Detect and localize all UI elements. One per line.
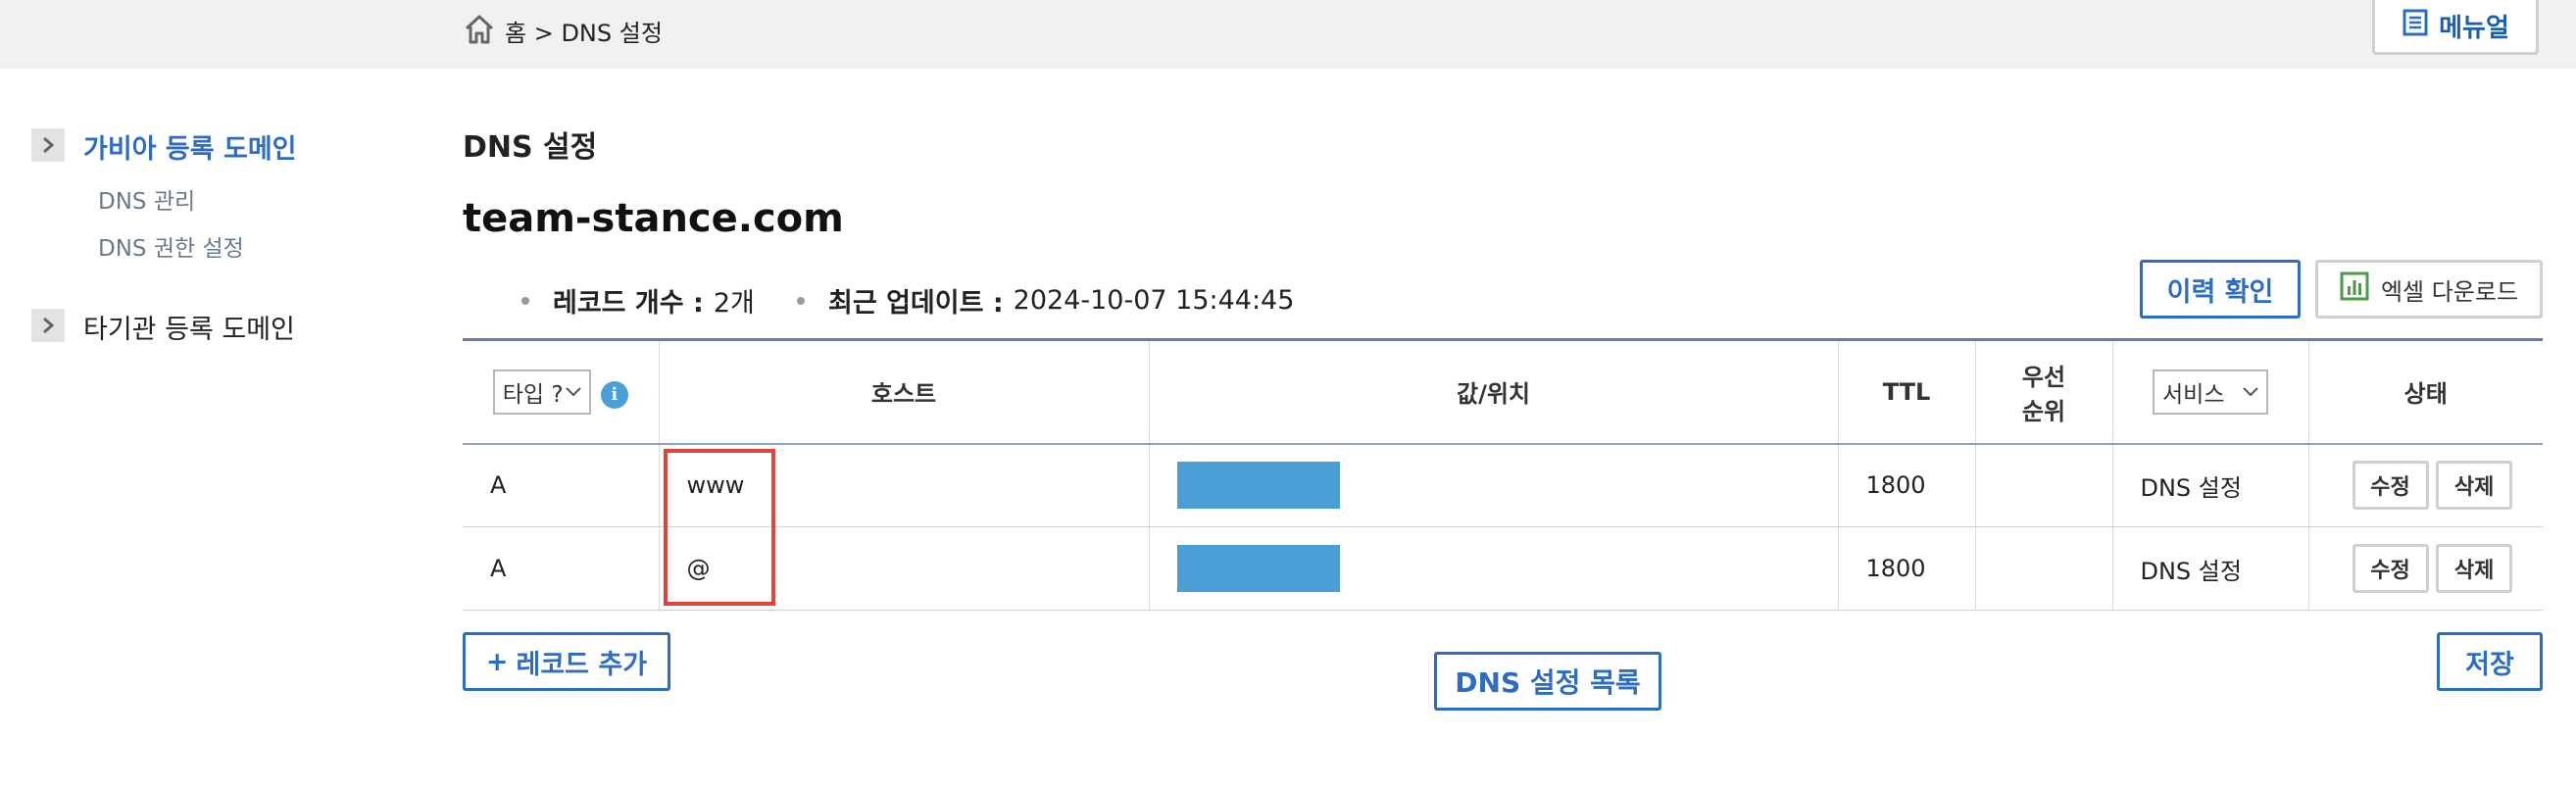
type-select-value: 타입 ? xyxy=(502,381,564,408)
ttl-header: TTL xyxy=(1837,338,1975,445)
record-service: DNS 설정 xyxy=(2111,526,2308,611)
info-icon[interactable]: i xyxy=(600,380,628,409)
status-header: 상태 xyxy=(2307,338,2543,445)
service-header: 서비스 xyxy=(2111,338,2308,445)
excel-download-button[interactable]: 엑셀 다운로드 xyxy=(2315,260,2543,319)
add-record-label: 레코드 추가 xyxy=(516,649,648,680)
service-select-value: 서비스 xyxy=(2162,381,2225,408)
plus-icon: + xyxy=(485,646,509,677)
home-icon[interactable] xyxy=(463,13,496,46)
bullet-dot xyxy=(797,296,805,305)
spreadsheet-chart-icon xyxy=(2340,271,2369,307)
table-header-row: 타입 ? i 호스트 값/위치 TTL 우선 순위 서비스 상태 xyxy=(463,338,2543,445)
history-button[interactable]: 이력 확인 xyxy=(2140,260,2301,319)
priority-header: 우선 순위 xyxy=(1974,338,2112,445)
record-value xyxy=(1148,526,1838,611)
bullet-dot xyxy=(521,296,529,305)
record-type: A xyxy=(463,443,659,527)
redacted-value xyxy=(1176,545,1340,592)
record-count: 레코드 개수 : 2개 xyxy=(521,281,755,320)
excel-download-label: 엑셀 다운로드 xyxy=(2380,277,2519,306)
last-update: 최근 업데이트 : 2024-10-07 15:44:45 xyxy=(797,281,1294,320)
delete-button[interactable]: 삭제 xyxy=(2436,461,2513,511)
record-ttl: 1800 xyxy=(1837,443,1975,527)
edit-button[interactable]: 수정 xyxy=(2352,461,2429,511)
last-update-label: 최근 업데이트 : xyxy=(828,288,1004,319)
service-select[interactable]: 서비스 xyxy=(2153,369,2268,415)
manual-button[interactable]: 메뉴얼 xyxy=(2372,0,2539,55)
chevron-right-icon[interactable] xyxy=(31,128,65,162)
sidebar-subitem-dns-permission[interactable]: DNS 권한 설정 xyxy=(98,229,244,263)
save-button[interactable]: 저장 xyxy=(2437,632,2543,691)
record-count-label: 레코드 개수 : xyxy=(553,288,704,319)
dns-list-button[interactable]: DNS 설정 목록 xyxy=(1434,652,1661,711)
page-title: DNS 설정 xyxy=(463,130,598,165)
document-list-icon xyxy=(2402,9,2429,43)
host-highlight-box xyxy=(664,449,775,606)
last-update-value: 2024-10-07 15:44:45 xyxy=(1013,285,1295,316)
chevron-right-icon[interactable] xyxy=(31,309,65,342)
host-header: 호스트 xyxy=(658,338,1149,445)
chevron-down-icon xyxy=(566,387,581,397)
add-record-button[interactable]: + 레코드 추가 xyxy=(463,632,670,691)
record-status: 수정 삭제 xyxy=(2307,526,2543,611)
breadcrumb: 홈 > DNS 설정 xyxy=(505,20,663,47)
record-service: DNS 설정 xyxy=(2111,443,2308,527)
record-priority xyxy=(1974,526,2112,611)
priority-header-line1: 우선 xyxy=(2021,363,2066,391)
type-select[interactable]: 타입 ? xyxy=(492,369,591,415)
type-header: 타입 ? i xyxy=(463,338,659,445)
value-header: 값/위치 xyxy=(1148,338,1838,445)
record-value xyxy=(1148,443,1838,527)
top-bar xyxy=(0,0,2576,69)
priority-header-line2: 순위 xyxy=(2021,397,2066,425)
edit-button[interactable]: 수정 xyxy=(2352,544,2429,593)
sidebar-item-other-domain[interactable]: 타기관 등록 도메인 xyxy=(83,308,295,346)
chevron-down-icon xyxy=(2243,387,2258,397)
record-ttl: 1800 xyxy=(1837,526,1975,611)
sidebar-subitem-dns-manage[interactable]: DNS 관리 xyxy=(98,182,195,216)
record-type: A xyxy=(463,526,659,611)
domain-name: team-stance.com xyxy=(463,196,844,241)
sidebar-item-gabia-domain[interactable]: 가비아 등록 도메인 xyxy=(83,127,297,166)
record-status: 수정 삭제 xyxy=(2307,443,2543,527)
delete-button[interactable]: 삭제 xyxy=(2436,544,2513,593)
record-count-value: 2개 xyxy=(713,288,755,319)
record-priority xyxy=(1974,443,2112,527)
manual-label: 메뉴얼 xyxy=(2439,14,2509,43)
redacted-value xyxy=(1176,462,1340,510)
